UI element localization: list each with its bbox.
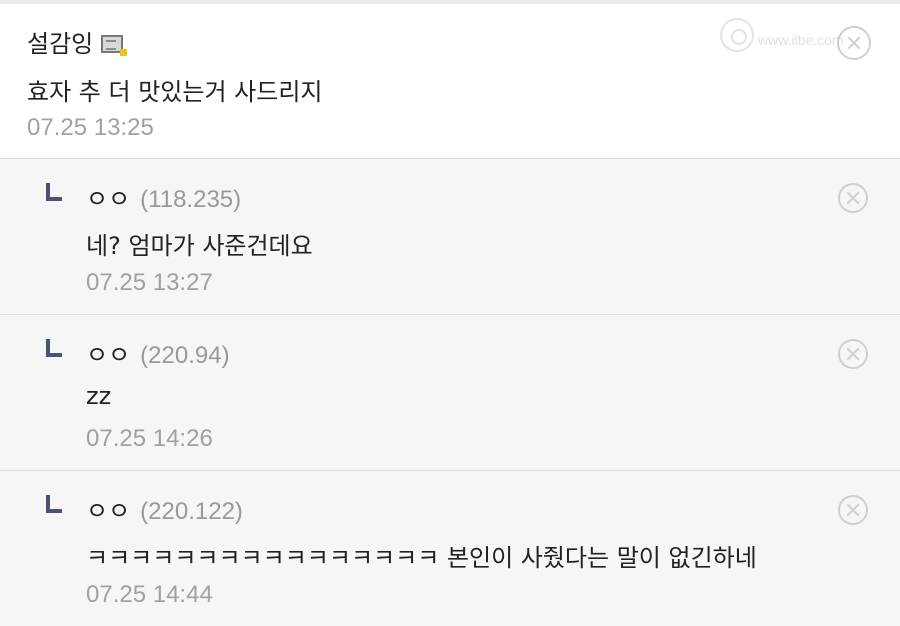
delete-reply-button[interactable]	[838, 339, 868, 369]
comment-timestamp: 07.25 13:25	[27, 114, 154, 141]
reply-ip: (220.122)	[140, 498, 243, 525]
reply-author-name[interactable]: ㅇㅇ	[86, 341, 130, 369]
reply-ip: (118.235)	[140, 186, 242, 213]
memo-icon	[101, 35, 128, 56]
reply-item: ㅇㅇ (118.235) 네? 엄마가 사준건데요 07.25 13:27	[0, 159, 900, 314]
reply-arrow-icon	[46, 183, 62, 201]
watermark-logo-icon	[720, 18, 754, 52]
reply-timestamp: 07.25 14:44	[86, 581, 213, 608]
reply-author-name[interactable]: ㅇㅇ	[86, 497, 130, 525]
reply-author[interactable]: ㅇㅇ (118.235)	[86, 179, 241, 214]
comment-text: 효자 추 더 맛있는거 사드리지	[27, 78, 323, 106]
reply-author[interactable]: ㅇㅇ (220.122)	[86, 491, 243, 526]
watermark-text: www.ilbe.com	[758, 32, 844, 48]
comment-author-name[interactable]: 설감잉	[27, 30, 93, 58]
reply-author-name[interactable]: ㅇㅇ	[86, 185, 130, 213]
reply-author[interactable]: ㅇㅇ (220.94)	[86, 335, 230, 370]
reply-arrow-icon	[46, 339, 62, 357]
reply-text: 네? 엄마가 사준건데요	[86, 232, 313, 260]
reply-timestamp: 07.25 13:27	[86, 269, 213, 296]
comment: 설감잉 효자 추 더 맛있는거 사드리지 07.25 13:25 www.ilb…	[0, 4, 900, 158]
reply-ip: (220.94)	[140, 342, 230, 369]
reply-timestamp: 07.25 14:26	[86, 425, 213, 452]
comment-author[interactable]: 설감잉	[27, 24, 128, 59]
reply-item: ㅇㅇ (220.122) ㅋㅋㅋㅋㅋㅋㅋㅋㅋㅋㅋㅋㅋㅋㅋㅋ 본인이 사줬다는 말이…	[0, 471, 900, 626]
reply-item: ㅇㅇ (220.94) zz 07.25 14:26	[0, 315, 900, 470]
delete-reply-button[interactable]	[838, 495, 868, 525]
reply-text: ㅋㅋㅋㅋㅋㅋㅋㅋㅋㅋㅋㅋㅋㅋㅋㅋ 본인이 사줬다는 말이 없긴하네	[86, 544, 757, 572]
reply-text: zz	[86, 382, 112, 410]
delete-comment-button[interactable]	[837, 26, 871, 60]
delete-reply-button[interactable]	[838, 183, 868, 213]
reply-arrow-icon	[46, 495, 62, 513]
